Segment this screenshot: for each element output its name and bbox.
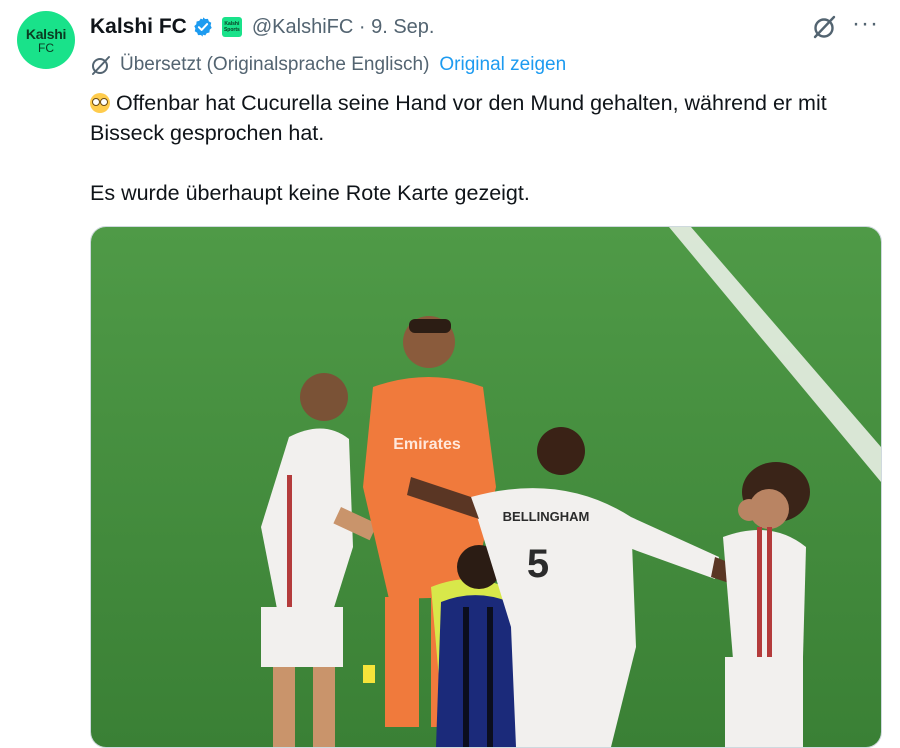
affiliate-badge[interactable]: Kalshi Sports bbox=[221, 17, 242, 37]
avatar-text-line2: FC bbox=[38, 40, 54, 55]
translation-label: Übersetzt (Originalsprache Englisch) bbox=[120, 54, 430, 75]
yellow-card bbox=[363, 665, 375, 683]
translate-icon bbox=[92, 56, 110, 75]
user-handle[interactable]: @KalshiFC bbox=[252, 16, 353, 38]
date-separator: · bbox=[358, 15, 366, 38]
jersey-number: 5 bbox=[527, 542, 549, 586]
tweet-header: Kalshi FC Kalshi Sports @KalshiFC · 9. S… bbox=[90, 12, 434, 42]
handle: @KalshiFC · 9. Sep. bbox=[252, 16, 435, 39]
translation-bar: Übersetzt (Originalsprache Englisch) Ori… bbox=[90, 54, 566, 76]
jersey-name: BELLINGHAM bbox=[503, 509, 590, 524]
post-date[interactable]: 9. Sep. bbox=[371, 16, 434, 38]
avatar-text-line1: Kalshi bbox=[25, 25, 67, 42]
tweet-text-line2: Es wurde überhaupt keine Rote Karte geze… bbox=[90, 181, 530, 205]
display-name[interactable]: Kalshi FC bbox=[90, 15, 187, 39]
tweet-text-line1: Offenbar hat Cucurella seine Hand vor de… bbox=[90, 91, 827, 145]
show-original-link[interactable]: Original zeigen bbox=[439, 54, 566, 76]
avatar[interactable]: Kalshi FC bbox=[17, 11, 75, 69]
affiliate-badge-line2: Sports bbox=[223, 27, 240, 33]
more-icon[interactable]: ··· bbox=[852, 12, 879, 36]
flushed-face-emoji-icon bbox=[90, 93, 110, 113]
tweet-media[interactable]: Emirates BELLINGHAM 5 bbox=[90, 226, 882, 748]
football-video-frame: Emirates BELLINGHAM 5 bbox=[91, 227, 881, 747]
tweet-text: Offenbar hat Cucurella seine Hand vor de… bbox=[90, 88, 880, 208]
sponsor-text: Emirates bbox=[393, 436, 461, 453]
verified-badge-icon[interactable] bbox=[192, 16, 214, 38]
grok-icon[interactable] bbox=[812, 14, 838, 40]
